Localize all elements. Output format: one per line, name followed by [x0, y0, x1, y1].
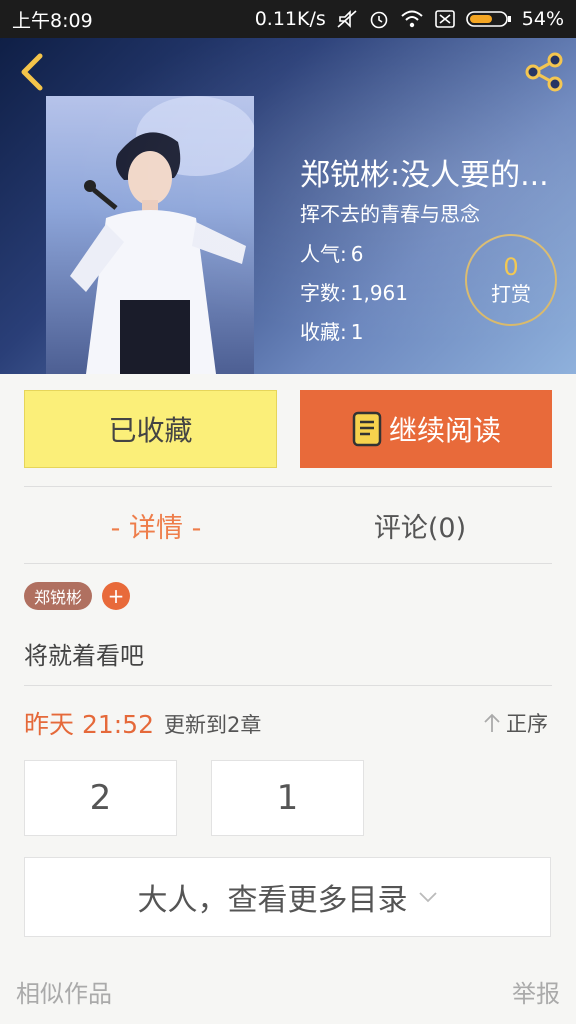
tab-detail[interactable]: - 详情 - — [24, 506, 288, 545]
stat-favorites: 收藏: 1 — [300, 316, 363, 345]
divider — [24, 486, 552, 487]
divider — [24, 685, 552, 686]
stat-word-count: 字数: 1,961 — [300, 277, 408, 306]
collected-label: 已收藏 — [108, 414, 193, 447]
status-time: 上午8:09 — [12, 9, 93, 32]
sim-icon — [434, 9, 456, 29]
collected-button[interactable]: 已收藏 — [24, 390, 277, 468]
battery-icon — [465, 9, 512, 29]
book-title: 郑锐彬:没人要的... — [300, 158, 549, 193]
wifi-icon — [400, 9, 424, 29]
net-speed: 0.11K/s — [254, 8, 326, 30]
back-button[interactable] — [14, 52, 50, 92]
stat-label: 人气: — [300, 242, 347, 266]
more-catalog-label: 大人，查看更多目录 — [137, 883, 408, 918]
book-subtitle: 挥不去的青春与思念 — [300, 202, 480, 226]
add-tag-button[interactable]: + — [102, 582, 130, 610]
share-button[interactable] — [522, 50, 566, 94]
tag-chip[interactable]: 郑锐彬 — [24, 582, 93, 610]
book-cover[interactable] — [46, 96, 254, 374]
tip-label: 打赏 — [491, 282, 531, 306]
tab-comments[interactable]: 评论(0) — [288, 506, 552, 545]
update-time: 昨天 21:52 — [24, 710, 154, 739]
alarm-icon — [368, 8, 390, 30]
stat-label: 收藏: — [300, 320, 347, 344]
mute-icon — [336, 9, 358, 29]
book-icon — [352, 411, 382, 447]
sort-order-button[interactable]: 正序 — [482, 708, 548, 738]
continue-reading-button[interactable]: 继续阅读 — [300, 390, 552, 468]
update-text: 更新到2章 — [164, 713, 262, 737]
stat-value: 6 — [350, 242, 364, 266]
stat-label: 字数: — [300, 281, 347, 305]
similar-works-label: 相似作品 — [16, 980, 112, 1008]
more-catalog-button[interactable]: 大人，查看更多目录 — [24, 857, 551, 937]
stat-popularity: 人气: 6 — [300, 238, 363, 267]
tip-button[interactable]: 0 打赏 — [465, 234, 557, 326]
stat-value: 1 — [350, 320, 364, 344]
share-icon — [525, 52, 563, 92]
book-description: 将就着看吧 — [24, 642, 144, 670]
stat-value: 1,961 — [350, 281, 409, 305]
chapter-item[interactable]: 2 — [24, 760, 177, 836]
continue-reading-label: 继续阅读 — [388, 414, 501, 447]
divider — [24, 563, 552, 564]
battery-level: 54% — [521, 8, 564, 30]
book-header: 郑锐彬:没人要的... 挥不去的青春与思念 人气: 6 字数: 1,961 收藏: 1… — [0, 38, 576, 374]
cover-image — [70, 96, 254, 374]
status-bar: 上午8:09 0.11K/s 54% — [0, 0, 576, 38]
back-icon — [21, 53, 43, 91]
tip-count: 0 — [503, 253, 519, 281]
sort-up-icon — [484, 713, 500, 732]
chevron-down-icon — [418, 892, 437, 903]
report-link[interactable]: 举报 — [512, 974, 560, 1009]
chapter-item[interactable]: 1 — [211, 760, 364, 836]
sort-order-label: 正序 — [506, 712, 548, 736]
